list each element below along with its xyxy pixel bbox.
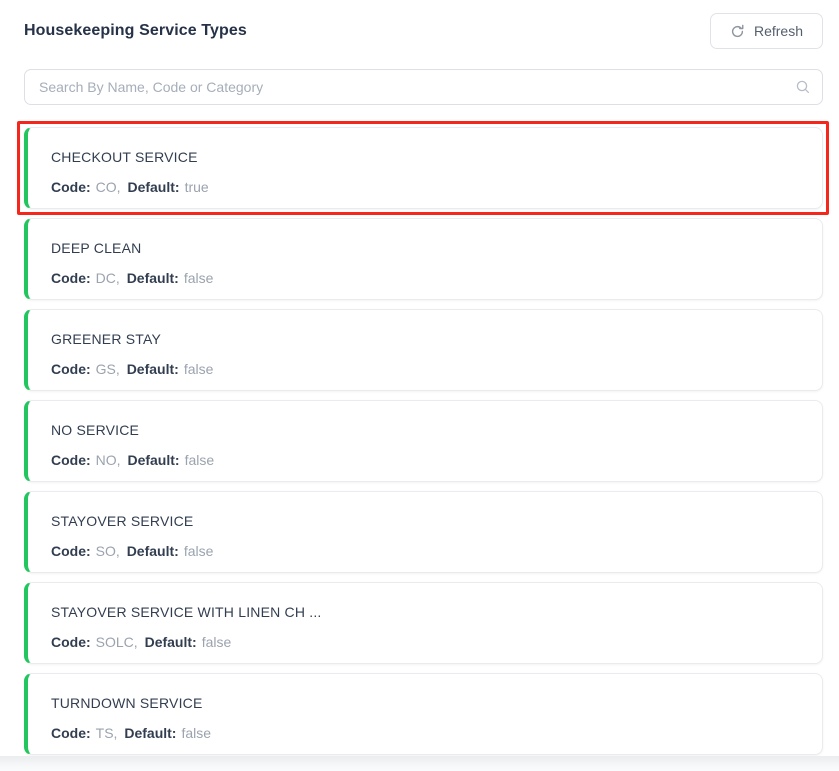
service-name: CHECKOUT SERVICE <box>51 149 798 165</box>
page-title: Housekeeping Service Types <box>24 22 247 40</box>
service-name: DEEP CLEAN <box>51 240 798 256</box>
default-value: false <box>202 634 232 650</box>
code-value: NO, <box>96 452 121 468</box>
service-card[interactable]: GREENER STAY Code: GS, Default: false <box>24 309 823 391</box>
page-bottom-background <box>0 756 839 771</box>
default-value: true <box>185 179 209 195</box>
code-value: SOLC, <box>96 634 138 650</box>
service-meta: Code: DC, Default: false <box>51 270 798 286</box>
service-card[interactable]: CHECKOUT SERVICE Code: CO, Default: true <box>24 127 823 209</box>
code-label: Code: <box>51 270 91 286</box>
service-name: STAYOVER SERVICE WITH LINEN CH ... <box>51 604 798 620</box>
service-name: STAYOVER SERVICE <box>51 513 798 529</box>
service-meta: Code: SO, Default: false <box>51 543 798 559</box>
service-meta: Code: GS, Default: false <box>51 361 798 377</box>
page-header: Housekeeping Service Types Refresh <box>24 12 823 50</box>
code-value: SO, <box>96 543 120 559</box>
search-bar <box>24 69 823 105</box>
default-label: Default: <box>127 452 179 468</box>
default-value: false <box>184 270 214 286</box>
service-card[interactable]: TURNDOWN SERVICE Code: TS, Default: false <box>24 673 823 755</box>
service-card[interactable]: STAYOVER SERVICE WITH LINEN CH ... Code:… <box>24 582 823 664</box>
code-value: TS, <box>96 725 118 741</box>
housekeeping-service-types-page: Housekeeping Service Types Refresh CHECK… <box>0 0 839 755</box>
refresh-button[interactable]: Refresh <box>710 13 823 49</box>
code-label: Code: <box>51 725 91 741</box>
code-label: Code: <box>51 361 91 377</box>
service-card[interactable]: STAYOVER SERVICE Code: SO, Default: false <box>24 491 823 573</box>
service-card[interactable]: NO SERVICE Code: NO, Default: false <box>24 400 823 482</box>
default-label: Default: <box>124 725 176 741</box>
search-input[interactable] <box>24 69 823 105</box>
code-value: DC, <box>96 270 120 286</box>
default-value: false <box>185 452 215 468</box>
service-meta: Code: NO, Default: false <box>51 452 798 468</box>
code-value: CO, <box>96 179 121 195</box>
service-meta: Code: CO, Default: true <box>51 179 798 195</box>
default-label: Default: <box>127 270 179 286</box>
service-name: TURNDOWN SERVICE <box>51 695 798 711</box>
default-value: false <box>184 543 214 559</box>
default-label: Default: <box>127 361 179 377</box>
default-label: Default: <box>127 543 179 559</box>
default-label: Default: <box>127 179 179 195</box>
service-list: CHECKOUT SERVICE Code: CO, Default: true D… <box>24 127 823 755</box>
service-name: NO SERVICE <box>51 422 798 438</box>
code-label: Code: <box>51 543 91 559</box>
default-value: false <box>181 725 211 741</box>
code-label: Code: <box>51 634 91 650</box>
default-label: Default: <box>145 634 197 650</box>
service-card[interactable]: DEEP CLEAN Code: DC, Default: false <box>24 218 823 300</box>
refresh-icon <box>730 24 745 39</box>
code-label: Code: <box>51 452 91 468</box>
refresh-button-label: Refresh <box>754 23 803 39</box>
service-meta: Code: SOLC, Default: false <box>51 634 798 650</box>
code-label: Code: <box>51 179 91 195</box>
service-name: GREENER STAY <box>51 331 798 347</box>
search-icon <box>795 79 811 95</box>
code-value: GS, <box>96 361 120 377</box>
service-meta: Code: TS, Default: false <box>51 725 798 741</box>
default-value: false <box>184 361 214 377</box>
